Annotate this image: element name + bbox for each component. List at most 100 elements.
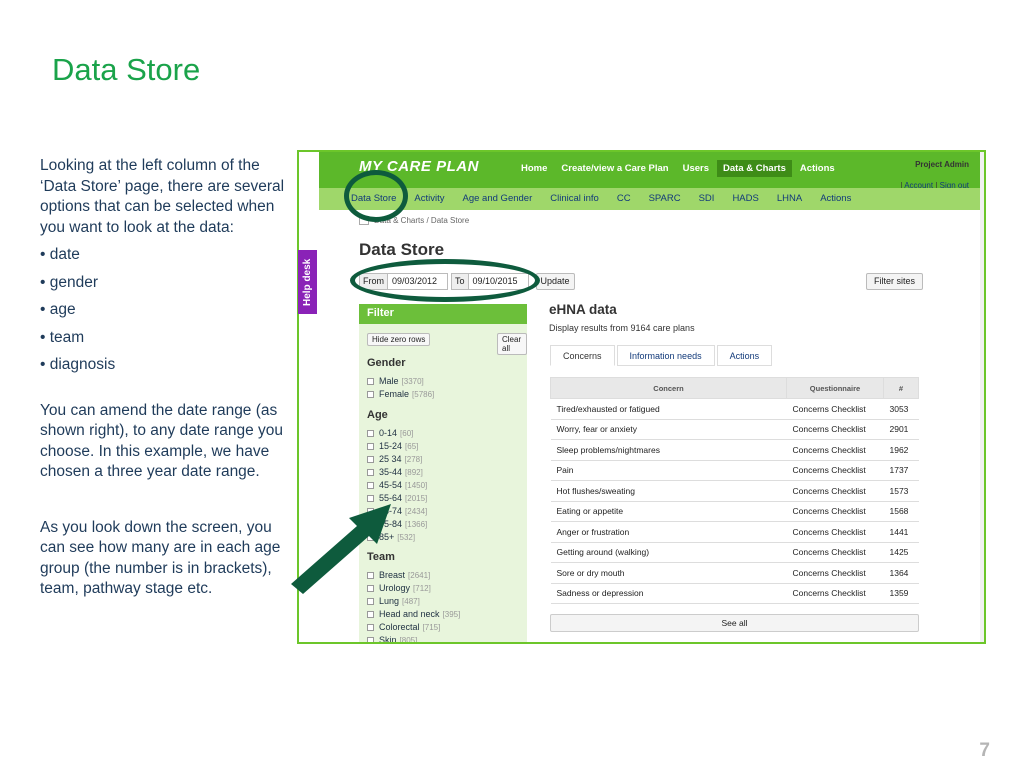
date-range-highlight-circle <box>350 259 540 302</box>
questionnaire-cell: Concerns Checklist <box>786 459 884 481</box>
concern-cell: Eating or appetite <box>550 500 787 522</box>
questionnaire-cell: Concerns Checklist <box>786 582 884 604</box>
intro-text: Looking at the left column of the ‘Data … <box>40 157 285 236</box>
update-button[interactable]: Update <box>535 273 575 290</box>
filter-team-skin[interactable]: Skin [805] <box>367 635 417 642</box>
nav-create-care-plan[interactable]: Create/view a Care Plan <box>555 160 674 177</box>
checkbox-icon[interactable] <box>367 597 374 605</box>
concerns-table: Concern Questionnaire # Tired/exhausted … <box>550 377 919 604</box>
table-row[interactable]: Sleep problems/nightmares Concerns Checkl… <box>550 439 919 461</box>
see-all-button[interactable]: See all <box>550 614 919 632</box>
checkbox-icon[interactable] <box>367 429 374 437</box>
page-number: 7 <box>979 740 990 761</box>
col-count[interactable]: # <box>883 377 919 399</box>
subnav-activity[interactable]: Activity <box>414 193 444 204</box>
count-cell: 1364 <box>883 562 919 584</box>
filter-age-0-14[interactable]: 0-14 [60] <box>367 428 413 438</box>
table-row[interactable]: Eating or appetite Concerns Checklist 1568 <box>550 500 919 522</box>
tab-information-needs[interactable]: Information needs <box>616 345 715 366</box>
questionnaire-cell: Concerns Checklist <box>786 541 884 563</box>
questionnaire-cell: Concerns Checklist <box>786 418 884 440</box>
nav-users[interactable]: Users <box>677 160 715 177</box>
table-header-row: Concern Questionnaire # <box>550 377 919 399</box>
tab-concerns[interactable]: Concerns <box>550 345 615 366</box>
table-row[interactable]: Worry, fear or anxiety Concerns Checklist… <box>550 418 919 440</box>
bullet-date: • date <box>40 246 80 263</box>
count-cell: 1568 <box>883 500 919 522</box>
top-nav: Home Create/view a Care Plan Users Data … <box>515 160 843 177</box>
annotation-arrow-icon <box>291 504 391 594</box>
data-store-highlight-circle <box>344 170 408 222</box>
filter-gender-male[interactable]: Male [3370] <box>367 376 424 386</box>
sub-nav: Data Store Activity Age and Gender Clini… <box>351 193 869 204</box>
filter-age-25-34[interactable]: 25 34 [278] <box>367 454 422 464</box>
tab-actions[interactable]: Actions <box>716 345 773 366</box>
checkbox-icon[interactable] <box>367 468 374 476</box>
checkbox-icon[interactable] <box>367 390 374 398</box>
date-range-text: You can amend the date range (as shown r… <box>40 401 283 481</box>
ehna-tabs: Concerns Information needs Actions <box>550 345 774 366</box>
filter-team-head-neck[interactable]: Head and neck [395] <box>367 609 460 619</box>
table-row[interactable]: Hot flushes/sweating Concerns Checklist 15… <box>550 480 919 502</box>
checkbox-icon[interactable] <box>367 442 374 450</box>
col-questionnaire[interactable]: Questionnaire <box>786 377 884 399</box>
count-cell: 1962 <box>883 439 919 461</box>
table-row[interactable]: Pain Concerns Checklist 1737 <box>550 459 919 481</box>
slide-title: Data Store <box>52 52 201 87</box>
subnav-hads[interactable]: HADS <box>732 193 758 204</box>
table-row[interactable]: Sadness or depression Concerns Checklist 1… <box>550 582 919 604</box>
subnav-age-gender[interactable]: Age and Gender <box>463 193 533 204</box>
filter-team-lung[interactable]: Lung [487] <box>367 596 420 606</box>
table-row[interactable]: Sore or dry mouth Concerns Checklist 1364 <box>550 562 919 584</box>
filter-age-35-44[interactable]: 35-44 [892] <box>367 467 423 477</box>
filter-sites-button[interactable]: Filter sites <box>866 273 924 290</box>
questionnaire-cell: Concerns Checklist <box>786 562 884 584</box>
subnav-sdi[interactable]: SDI <box>699 193 715 204</box>
hide-zero-rows-button[interactable]: Hide zero rows <box>367 333 431 346</box>
questionnaire-cell: Concerns Checklist <box>786 521 884 543</box>
top-nav-bar: MY CARE PLAN Home Create/view a Care Pla… <box>319 152 981 190</box>
scrollbar[interactable] <box>980 152 984 642</box>
filter-age-15-24[interactable]: 15-24 [65] <box>367 441 418 451</box>
concern-cell: Getting around (walking) <box>550 541 787 563</box>
filter-gender-female[interactable]: Female [5786] <box>367 389 434 399</box>
subnav-sparc[interactable]: SPARC <box>649 193 681 204</box>
table-row[interactable]: Anger or frustration Concerns Checklist 14… <box>550 521 919 543</box>
gender-heading: Gender <box>367 357 406 369</box>
ehna-subtitle: Display results from 9164 care plans <box>549 323 695 333</box>
table-row[interactable]: Getting around (walking) Concerns Checkli… <box>550 541 919 563</box>
checkbox-icon[interactable] <box>367 623 374 631</box>
concern-cell: Pain <box>550 459 787 481</box>
subnav-actions[interactable]: Actions <box>820 193 851 204</box>
clear-all-button[interactable]: Clear all <box>497 333 527 355</box>
checkbox-icon[interactable] <box>367 610 374 618</box>
subnav-cc[interactable]: CC <box>617 193 631 204</box>
age-heading: Age <box>367 409 388 421</box>
count-cell: 1573 <box>883 480 919 502</box>
subnav-lhna[interactable]: LHNA <box>777 193 802 204</box>
nav-actions[interactable]: Actions <box>794 160 841 177</box>
nav-data-charts[interactable]: Data & Charts <box>717 160 792 177</box>
bullet-gender: • gender <box>40 273 98 291</box>
concern-cell: Anger or frustration <box>550 521 787 543</box>
questionnaire-cell: Concerns Checklist <box>786 439 884 461</box>
subnav-clinical-info[interactable]: Clinical info <box>550 193 599 204</box>
concern-cell: Hot flushes/sweating <box>550 480 787 502</box>
ehna-title: eHNA data <box>549 302 617 317</box>
slide-body: Looking at the left column of the ‘Data … <box>40 156 285 607</box>
page-title: Data Store <box>359 240 445 259</box>
nav-home[interactable]: Home <box>515 160 553 177</box>
help-desk-tab[interactable]: Help desk <box>298 250 317 314</box>
questionnaire-cell: Concerns Checklist <box>786 480 884 502</box>
checkbox-icon[interactable] <box>367 636 374 642</box>
filter-age-45-54[interactable]: 45-54 [1450] <box>367 480 427 490</box>
filter-team-colorectal[interactable]: Colorectal [715] <box>367 622 440 632</box>
checkbox-icon[interactable] <box>367 377 374 385</box>
table-row[interactable]: Tired/exhausted or fatigued Concerns Chec… <box>550 398 919 420</box>
sub-nav-bar: Data Store Activity Age and Gender Clini… <box>319 188 981 210</box>
col-concern[interactable]: Concern <box>550 377 787 399</box>
checkbox-icon[interactable] <box>367 481 374 489</box>
bullet-diagnosis: • diagnosis <box>40 356 116 373</box>
age-group-text: As you look down the screen, you can see… <box>40 518 281 598</box>
checkbox-icon[interactable] <box>367 455 374 463</box>
